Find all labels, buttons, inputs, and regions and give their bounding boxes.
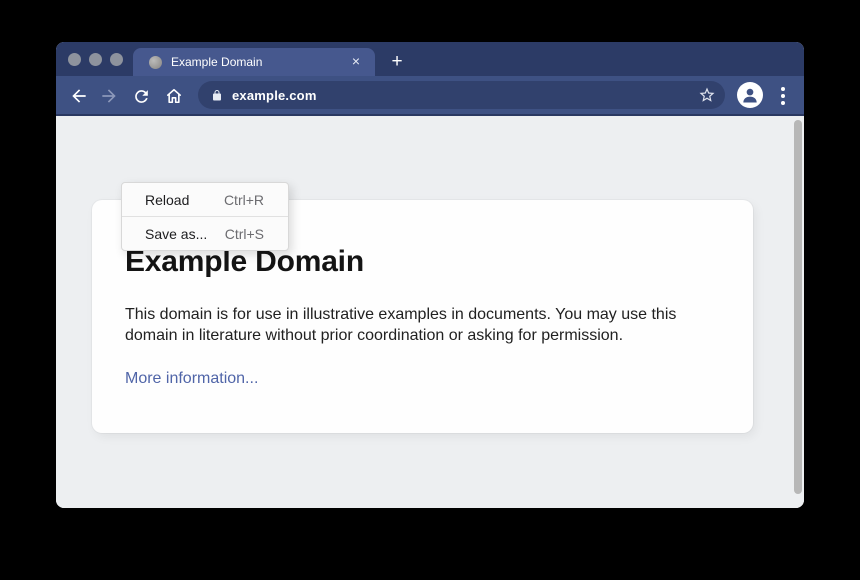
lock-icon	[211, 89, 223, 102]
forward-arrow-icon	[99, 86, 119, 106]
reload-button[interactable]	[129, 84, 153, 108]
reload-icon	[132, 87, 151, 106]
menu-item-label: Reload	[145, 192, 189, 208]
scrollbar-thumb[interactable]	[794, 120, 802, 494]
menu-item-reload[interactable]: Reload Ctrl+R	[122, 183, 288, 216]
menu-item-shortcut: Ctrl+R	[224, 192, 264, 208]
tab-close-button[interactable]: ×	[348, 48, 364, 76]
menu-item-save-as[interactable]: Save as... Ctrl+S	[122, 217, 288, 250]
menu-item-shortcut: Ctrl+S	[225, 226, 264, 242]
url-text: example.com	[232, 88, 317, 103]
kebab-dot	[781, 101, 785, 105]
kebab-dot	[781, 94, 785, 98]
home-icon	[164, 86, 184, 106]
window-controls	[68, 53, 123, 66]
browser-menu-button[interactable]	[775, 84, 791, 108]
home-button[interactable]	[162, 84, 186, 108]
kebab-dot	[781, 87, 785, 91]
titlebar: Example Domain × +	[56, 42, 804, 76]
page-content: Example Domain This domain is for use in…	[56, 116, 804, 508]
bookmark-star-button[interactable]	[697, 85, 717, 105]
back-arrow-icon	[69, 86, 89, 106]
traffic-light-maximize-button[interactable]	[110, 53, 123, 66]
tab-example-domain[interactable]: Example Domain ×	[133, 48, 375, 76]
profile-avatar-button[interactable]	[737, 82, 763, 108]
context-menu: Reload Ctrl+R Save as... Ctrl+S	[121, 182, 289, 251]
browser-window: Example Domain × +	[56, 42, 804, 508]
page-body-text: This domain is for use in illustrative e…	[125, 304, 725, 346]
traffic-light-minimize-button[interactable]	[89, 53, 102, 66]
new-tab-button[interactable]: +	[383, 48, 411, 76]
star-icon	[698, 86, 716, 104]
person-icon	[740, 85, 760, 105]
forward-button[interactable]	[97, 84, 121, 108]
tab-title: Example Domain	[171, 55, 262, 69]
menu-item-label: Save as...	[145, 226, 207, 242]
address-bar[interactable]: example.com	[198, 81, 725, 109]
more-information-link[interactable]: More information...	[125, 370, 258, 388]
toolbar: example.com	[56, 76, 804, 116]
traffic-light-close-button[interactable]	[68, 53, 81, 66]
favicon-globe-icon	[149, 56, 162, 69]
back-button[interactable]	[67, 84, 91, 108]
